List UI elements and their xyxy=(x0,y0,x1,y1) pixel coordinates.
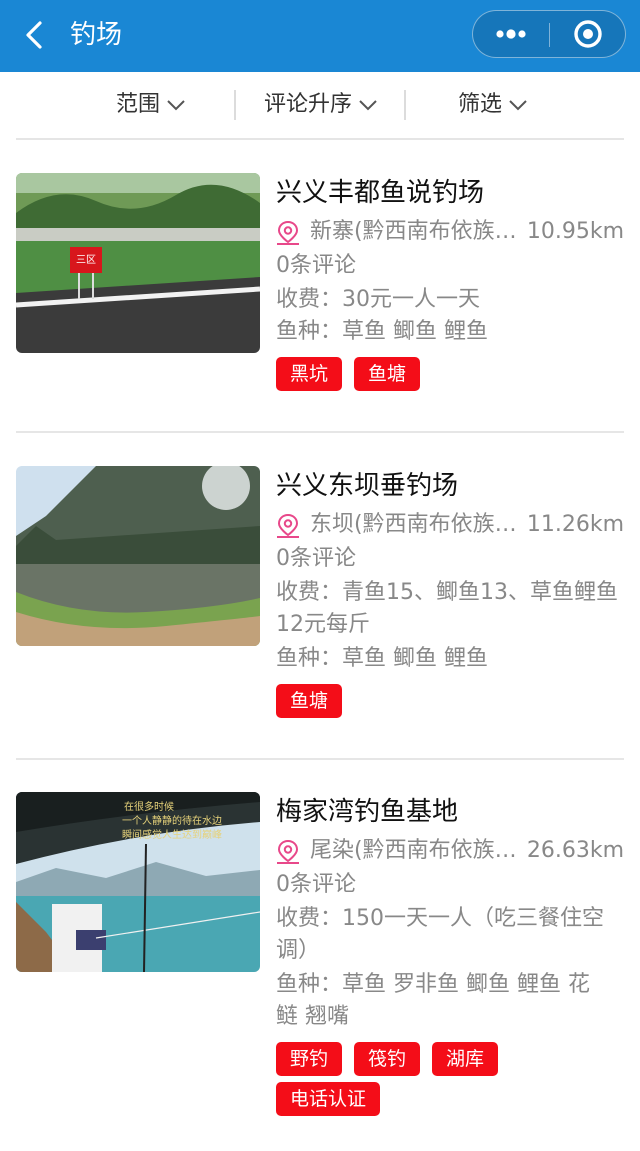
spot-location: 东坝(黔西南布依族苗族自治州兴义市) xyxy=(310,512,520,537)
spot-comments: 0条评论 xyxy=(276,872,356,897)
location-pin-icon xyxy=(277,839,299,864)
spot-name: 梅家湾钓鱼基地 xyxy=(276,797,459,827)
target-circle-icon[interactable] xyxy=(550,11,626,57)
spot-name: 兴义丰都鱼说钓场 xyxy=(276,178,485,208)
spot-name: 兴义东坝垂钓场 xyxy=(276,471,459,501)
spot-location: 新寨(黔西南布依族苗族自治州兴义市) xyxy=(310,219,520,244)
spot-fee-continued: 调） xyxy=(276,938,321,963)
chevron-down-icon xyxy=(509,100,527,111)
spot-fish: 鱼种：草鱼 罗非鱼 鲫鱼 鲤鱼 花 xyxy=(276,972,590,997)
spot-location: 尾染(黔西南布依族苗族自治州兴义市) xyxy=(310,838,520,863)
spot-distance: 10.95km xyxy=(526,219,624,244)
spot-fee: 收费：30元一人一天 xyxy=(276,287,480,312)
sign-text: 三区 xyxy=(76,254,96,266)
spot-distance: 11.26km xyxy=(526,512,624,537)
photo-caption: 瞬间感觉人生达到巅峰 xyxy=(122,828,222,841)
spot-card[interactable]: 三区 兴义丰都鱼说钓场 新寨(黔西南布依族苗族自治州兴义市) 10.95km 0… xyxy=(16,173,624,397)
spot-comments: 0条评论 xyxy=(276,546,356,571)
spot-photo: 三区 xyxy=(16,173,260,353)
more-dots-icon[interactable] xyxy=(473,11,549,57)
page-title: 钓场 xyxy=(70,20,123,50)
filter-sort[interactable]: 评论升序 xyxy=(264,88,378,122)
filter-range-label: 范围 xyxy=(116,92,161,117)
filter-range[interactable]: 范围 xyxy=(116,88,186,122)
spot-fish-continued: 鲢 翘嘴 xyxy=(276,1004,349,1029)
spot-fee-continued: 12元每斤 xyxy=(276,612,370,637)
spot-fish: 鱼种：草鱼 鲫鱼 鲤鱼 xyxy=(276,646,488,671)
tag-badge: 黑坑 xyxy=(276,357,343,391)
photo-caption: 在很多时候 xyxy=(124,800,174,813)
spot-distance: 26.63km xyxy=(526,838,624,863)
mini-program-capsule xyxy=(472,10,626,58)
location-pin-icon xyxy=(277,513,299,538)
spot-fee: 收费：150一天一人（吃三餐住空 xyxy=(276,906,604,931)
tag-badge: 鱼塘 xyxy=(354,357,421,391)
tag-badge: 鱼塘 xyxy=(276,684,343,718)
filter-screen-label: 筛选 xyxy=(458,92,503,117)
card-divider xyxy=(16,431,624,433)
card-divider xyxy=(16,758,624,760)
spot-location-row: 尾染(黔西南布依族苗族自治州兴义市) 26.63km xyxy=(276,834,624,868)
spot-location-row: 新寨(黔西南布依族苗族自治州兴义市) 10.95km xyxy=(276,215,624,249)
filter-bar: 范围 评论升序 筛选 xyxy=(16,72,624,140)
filter-divider xyxy=(234,90,236,120)
spot-comments: 0条评论 xyxy=(276,253,356,278)
spot-card[interactable]: 兴义东坝垂钓场 东坝(黔西南布依族苗族自治州兴义市) 11.26km 0条评论 … xyxy=(16,466,624,720)
filter-screen[interactable]: 筛选 xyxy=(458,88,528,122)
chevron-down-icon xyxy=(167,100,185,111)
spot-photo: 在很多时候 一个人静静的待在水边 瞬间感觉人生达到巅峰 xyxy=(16,792,260,972)
tag-badge: 野钓 xyxy=(276,1042,343,1076)
spot-photo xyxy=(16,466,260,646)
filter-sort-label: 评论升序 xyxy=(264,92,353,117)
spot-fee: 收费：青鱼15、鲫鱼13、草鱼鲤鱼 xyxy=(276,580,618,605)
back-arrow-icon[interactable] xyxy=(18,18,52,52)
tag-badge: 湖库 xyxy=(432,1042,499,1076)
location-pin-icon xyxy=(277,220,299,245)
filter-divider xyxy=(404,90,406,120)
navigation-bar: 钓场 xyxy=(0,0,640,72)
spot-fish: 鱼种：草鱼 鲫鱼 鲤鱼 xyxy=(276,319,488,344)
chevron-down-icon xyxy=(359,100,377,111)
photo-caption: 一个人静静的待在水边 xyxy=(122,814,222,827)
spot-location-row: 东坝(黔西南布依族苗族自治州兴义市) 11.26km xyxy=(276,508,624,542)
tag-badge: 筏钓 xyxy=(354,1042,421,1076)
spot-card[interactable]: 在很多时候 一个人静静的待在水边 瞬间感觉人生达到巅峰 梅家湾钓鱼基地 尾染(黔… xyxy=(16,792,624,1122)
tag-badge: 电话认证 xyxy=(276,1082,381,1116)
